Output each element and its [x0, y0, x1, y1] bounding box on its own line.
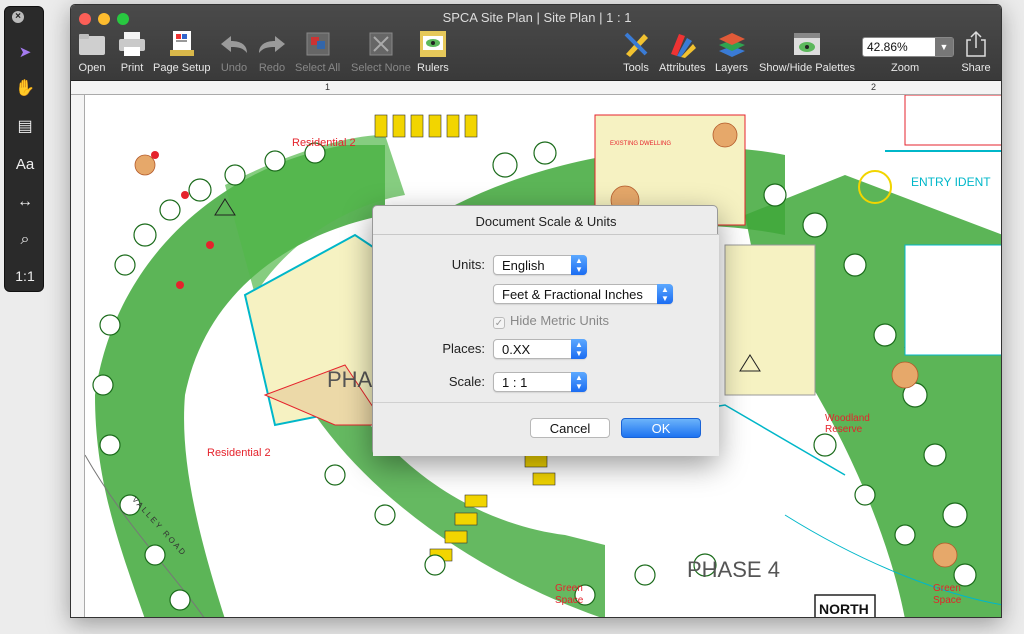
main-window: SPCA Site Plan | Site Plan | 1 : 1 Open …: [70, 4, 1002, 618]
print-button[interactable]: Print: [117, 29, 147, 79]
chevron-updown-icon: ▲ ▼: [571, 339, 587, 359]
scale-label: Scale:: [448, 374, 485, 389]
zoom-value: 42.86%: [867, 40, 908, 54]
select-none-label: Select None: [351, 62, 411, 74]
tools-pencil-icon: [621, 29, 651, 59]
tools-button[interactable]: Tools: [621, 29, 651, 79]
horizontal-ruler[interactable]: 1 2: [71, 81, 1001, 95]
hide-metric-checkbox[interactable]: ✓ Hide Metric Units: [493, 313, 609, 329]
color-swatch-icon: [667, 29, 697, 59]
plan-label: ENTRY IDENT: [911, 175, 991, 189]
ruler-eye-icon: [418, 29, 448, 59]
share-icon: [961, 29, 991, 59]
places-select[interactable]: 0.XX ▲ ▼: [493, 339, 587, 359]
rulers-label: Rulers: [417, 62, 449, 74]
ruler-mark: 1: [325, 82, 331, 92]
magnifier-icon[interactable]: ⌕: [5, 225, 45, 255]
chevron-updown-icon: ▲ ▼: [571, 372, 587, 392]
page-setup-icon: [167, 29, 197, 59]
north-label: NORTH: [819, 601, 869, 617]
layers-button[interactable]: Layers: [715, 29, 748, 79]
ruler-mark: 2: [871, 82, 877, 92]
scale-value: 1 : 1: [502, 375, 528, 390]
chevron-updown-icon: ▲ ▼: [657, 284, 673, 304]
select-none-button[interactable]: Select None: [351, 29, 411, 79]
units-value: English: [502, 258, 545, 273]
select-all-label: Select All: [295, 62, 341, 74]
page-setup-button[interactable]: Page Setup: [153, 29, 211, 79]
select-all-icon: [303, 29, 333, 59]
layers-stack-icon: [717, 29, 747, 59]
palette-eye-icon: [792, 29, 822, 59]
dialog-title: Document Scale & Units: [475, 214, 617, 229]
undo-arrow-icon: [219, 29, 249, 59]
tool-palette: × ➤ ✋ ▤ Aa ↔ ⌕ 1:1: [4, 6, 44, 292]
open-button[interactable]: Open: [77, 29, 107, 79]
phase-label: PHA: [327, 367, 373, 392]
hide-metric-label: Hide Metric Units: [510, 313, 609, 328]
palette-close-icon[interactable]: ×: [12, 11, 24, 23]
checkmark-icon: ✓: [493, 317, 505, 329]
select-all-button[interactable]: Select All: [295, 29, 340, 79]
measure-icon[interactable]: ↔: [5, 187, 45, 217]
show-hide-palettes-button[interactable]: Show/Hide Palettes: [759, 29, 855, 79]
unit-format-select[interactable]: Feet & Fractional Inches ▲ ▼: [493, 284, 673, 304]
zoom-select[interactable]: 42.86% ▼: [862, 37, 954, 57]
share-button[interactable]: Share: [961, 29, 991, 79]
window-title: SPCA Site Plan | Site Plan | 1 : 1: [442, 10, 632, 25]
show-hide-palettes-label: Show/Hide Palettes: [759, 62, 855, 74]
print-label: Print: [120, 62, 144, 74]
text-tool-icon[interactable]: Aa: [5, 149, 45, 179]
units-select[interactable]: English ▲ ▼: [493, 255, 587, 275]
units-label: Units:: [451, 257, 485, 272]
comment-icon[interactable]: ▤: [5, 111, 45, 141]
plan-label: Woodland Reserve: [825, 413, 870, 435]
places-label: Places:: [442, 341, 485, 356]
printer-icon: [117, 29, 147, 59]
plan-label: Residential 2: [292, 137, 356, 149]
scale-select[interactable]: 1 : 1 ▲ ▼: [493, 372, 587, 392]
undo-button[interactable]: Undo: [219, 29, 249, 79]
share-label: Share: [961, 62, 991, 74]
hand-pan-icon[interactable]: ✋: [5, 73, 45, 103]
phase-label: PHASE 4: [687, 557, 780, 582]
folder-icon: [77, 29, 107, 59]
plan-label: Green Space: [933, 583, 962, 606]
plan-label: Residential 2: [207, 447, 271, 459]
ok-button[interactable]: OK: [621, 418, 701, 438]
cancel-button[interactable]: Cancel: [530, 418, 610, 438]
tools-label: Tools: [623, 62, 649, 74]
zoom-caption: Zoom: [891, 59, 919, 79]
attributes-button[interactable]: Attributes: [659, 29, 705, 79]
undo-label: Undo: [220, 62, 248, 74]
unit-format-value: Feet & Fractional Inches: [502, 287, 643, 302]
vertical-ruler[interactable]: [71, 95, 85, 617]
select-none-icon: [366, 29, 396, 59]
attributes-label: Attributes: [659, 62, 706, 74]
places-value: 0.XX: [502, 342, 531, 357]
plan-label: Green Space: [555, 583, 584, 606]
zoom-label: Zoom: [891, 62, 920, 74]
plan-label: EXISTING DWELLING: [610, 141, 672, 147]
rulers-button[interactable]: Rulers: [417, 29, 449, 79]
redo-label: Redo: [258, 62, 286, 74]
document-scale-dialog: Document Scale & Units Units: English ▲ ▼…: [372, 205, 719, 456]
dialog-divider: [373, 402, 719, 403]
page-setup-label: Page Setup: [153, 62, 211, 74]
layers-label: Layers: [715, 62, 749, 74]
redo-arrow-icon: [257, 29, 287, 59]
actual-size-button[interactable]: 1:1: [5, 261, 45, 291]
toolbar: SPCA Site Plan | Site Plan | 1 : 1 Open …: [71, 5, 1001, 81]
chevron-updown-icon: ▲ ▼: [571, 255, 587, 275]
redo-button[interactable]: Redo: [257, 29, 287, 79]
select-arrow-icon[interactable]: ➤: [5, 37, 45, 67]
chevron-down-icon[interactable]: ▼: [935, 38, 953, 56]
open-label: Open: [78, 62, 106, 74]
